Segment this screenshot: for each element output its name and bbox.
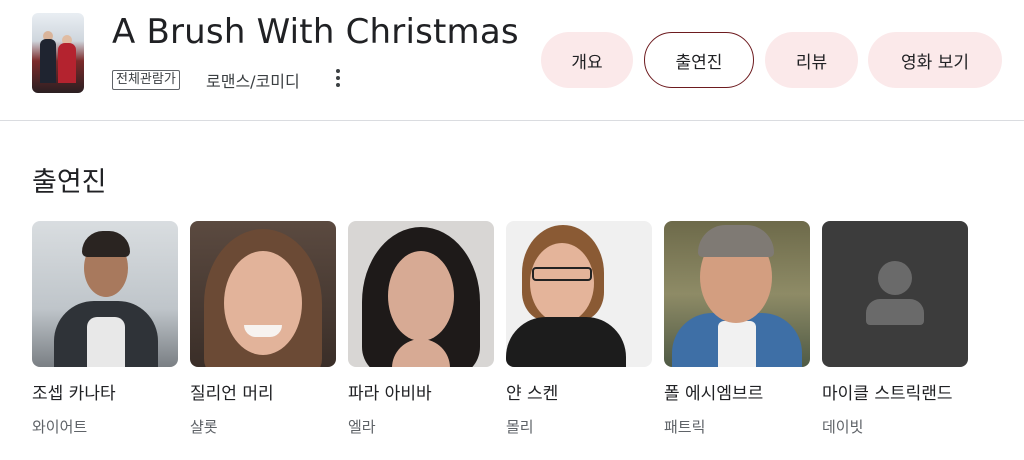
cast-card[interactable]: 파라 아비바 엘라 [348, 221, 494, 437]
section-title: 출연진 [32, 167, 107, 198]
cast-role: 샬롯 [190, 418, 218, 436]
cast-card[interactable]: 폴 에시엠브르 패트릭 [664, 221, 810, 437]
cast-name: 파라 아비바 [348, 384, 432, 404]
person-placeholder-icon [822, 221, 968, 367]
genre-label: 로맨스/코미디 [206, 72, 300, 91]
cast-role: 패트릭 [664, 418, 706, 436]
movie-poster[interactable] [32, 13, 84, 93]
cast-role: 와이어트 [32, 418, 88, 436]
cast-card[interactable]: 얀 스켄 몰리 [506, 221, 652, 437]
movie-title: A Brush With Christmas [112, 12, 519, 52]
cast-role: 데이빗 [822, 418, 864, 436]
movie-header: A Brush With Christmas 전체관람가 로맨스/코미디 개요 … [0, 0, 1024, 120]
cast-role: 몰리 [506, 418, 534, 436]
tab-reviews[interactable]: 리뷰 [765, 32, 858, 88]
rating-badge: 전체관람가 [112, 70, 180, 90]
actor-photo [32, 221, 178, 367]
tab-overview[interactable]: 개요 [541, 32, 633, 88]
cast-card[interactable]: 마이클 스트릭랜드 데이빗 [822, 221, 968, 437]
cast-name: 마이클 스트릭랜드 [822, 384, 953, 404]
cast-name: 조셉 카나타 [32, 384, 116, 404]
header-divider [0, 120, 1024, 121]
cast-card[interactable]: 질리언 머리 샬롯 [190, 221, 336, 437]
actress-photo [348, 221, 494, 367]
cast-name: 폴 에시엠브르 [664, 384, 764, 404]
actor-photo [664, 221, 810, 367]
cast-name: 얀 스켄 [506, 384, 559, 404]
tab-watch-movie[interactable]: 영화 보기 [868, 32, 1002, 88]
tab-cast[interactable]: 출연진 [644, 32, 754, 88]
more-options-icon[interactable] [328, 66, 348, 90]
actress-photo [506, 221, 652, 367]
actress-photo [190, 221, 336, 367]
cast-card[interactable]: 조셉 카나타 와이어트 [32, 221, 178, 437]
cast-role: 엘라 [348, 418, 376, 436]
cast-name: 질리언 머리 [190, 384, 274, 404]
